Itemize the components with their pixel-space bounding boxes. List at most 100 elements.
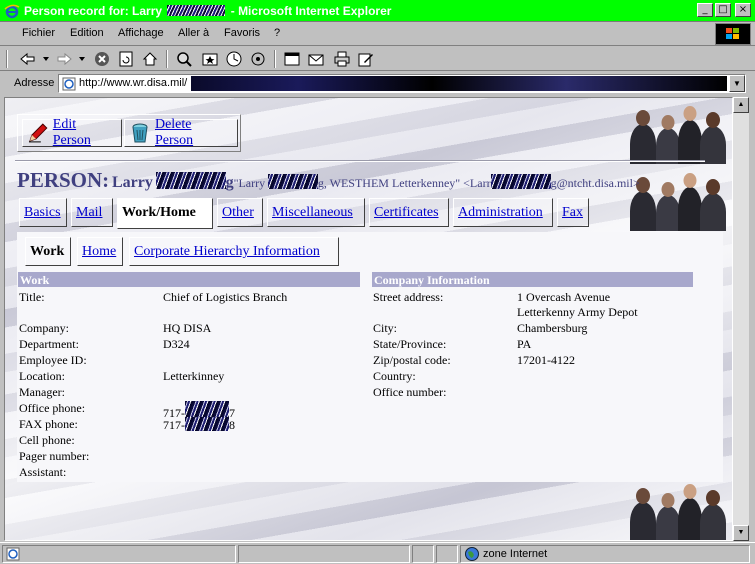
- fullscreen-icon[interactable]: [282, 49, 302, 69]
- subtab-home[interactable]: Home: [77, 237, 123, 266]
- tab-certificates[interactable]: Certificates: [369, 198, 449, 227]
- menu-favoris[interactable]: Favoris: [224, 27, 260, 39]
- delete-person-label: Delete Person: [154, 117, 194, 148]
- print-icon[interactable]: [332, 49, 352, 69]
- page-viewport: Edit Person Delete Person PERSON: Larry …: [4, 97, 733, 541]
- divider: [15, 160, 705, 162]
- subtab-work-label: Work: [30, 244, 65, 259]
- person-first-name: Larry: [111, 174, 153, 191]
- maximize-button[interactable]: □: [715, 3, 731, 17]
- tab-other[interactable]: Other: [217, 198, 263, 227]
- field-label: Employee ID:: [19, 353, 87, 367]
- trash-can-icon: [132, 123, 148, 143]
- forward-dropdown-icon[interactable]: [72, 49, 92, 69]
- people-photo: [622, 98, 732, 164]
- field-value: PA: [517, 337, 532, 351]
- home-icon[interactable]: [140, 49, 160, 69]
- tab-basics[interactable]: Basics: [19, 198, 67, 227]
- scroll-up-icon[interactable]: ▲: [733, 97, 749, 113]
- mail-icon[interactable]: [306, 49, 326, 69]
- subtab-corporate-hierarchy[interactable]: Corporate Hierarchy Information: [129, 237, 339, 266]
- vertical-scrollbar[interactable]: ▲ ▼: [733, 97, 749, 541]
- address-label: Adresse: [14, 77, 55, 89]
- forward-icon[interactable]: [54, 49, 74, 69]
- window-title: Person record for: Larry - Microsoft Int…: [24, 4, 391, 18]
- menu-aller-a[interactable]: Aller à: [178, 27, 209, 39]
- address-url: http://www.wr.disa.mil/: [79, 77, 188, 89]
- window-title-prefix: Person record for: Larry: [24, 4, 163, 18]
- field-label: Company:: [19, 321, 69, 335]
- redacted-surname: [267, 174, 318, 189]
- internet-explorer-icon: [4, 4, 20, 19]
- delete-person-button[interactable]: Delete Person: [124, 117, 238, 148]
- history-icon[interactable]: [224, 49, 244, 69]
- field-value: HQ DISA: [163, 321, 212, 335]
- tab-miscellaneous-link[interactable]: Miscellaneous: [272, 205, 353, 220]
- field-value: 1 Overcash Avenue: [517, 290, 611, 304]
- tab-other-link[interactable]: Other: [222, 205, 254, 220]
- status-progress: [238, 545, 410, 563]
- security-zone-label: zone Internet: [483, 548, 548, 560]
- status-bar: zone Internet: [0, 542, 755, 564]
- field-label: Title:: [19, 290, 45, 304]
- field-value: Letterkinney: [163, 369, 225, 383]
- section-header-work: Work: [18, 272, 360, 287]
- globe-icon: [465, 547, 479, 561]
- field-label: Location:: [19, 369, 65, 383]
- tab-fax[interactable]: Fax: [557, 198, 589, 227]
- field-label: FAX phone:: [19, 417, 78, 431]
- menu-help[interactable]: ?: [274, 27, 280, 39]
- tab-fax-link[interactable]: Fax: [562, 205, 583, 220]
- tab-certificates-link[interactable]: Certificates: [374, 205, 439, 220]
- subtab-work[interactable]: Work: [25, 237, 71, 266]
- subtab-corporate-hierarchy-link[interactable]: Corporate Hierarchy Information: [134, 244, 320, 259]
- edit-person-button[interactable]: Edit Person: [22, 117, 122, 148]
- field-value: 17201-4122: [517, 353, 575, 367]
- page-icon: [62, 77, 76, 91]
- field-label: Department:: [19, 337, 79, 351]
- channels-icon[interactable]: [248, 49, 268, 69]
- address-dropdown-icon[interactable]: ▼: [729, 75, 745, 92]
- close-button[interactable]: ×: [735, 3, 751, 17]
- window-title-bar[interactable]: Person record for: Larry - Microsoft Int…: [0, 0, 755, 22]
- page-icon: [6, 547, 20, 561]
- person-org: g, WESTHEM Letterkenney" <Larr: [317, 176, 491, 190]
- address-input[interactable]: http://www.wr.disa.mil/ ▼: [58, 74, 746, 93]
- refresh-icon[interactable]: [116, 49, 136, 69]
- edit-icon[interactable]: [356, 49, 376, 69]
- field-label: Zip/postal code:: [373, 353, 451, 367]
- tab-mail[interactable]: Mail: [71, 198, 113, 227]
- field-value: D324: [163, 337, 190, 351]
- tab-work-home[interactable]: Work/Home: [117, 198, 213, 229]
- stop-icon[interactable]: [92, 49, 112, 69]
- back-dropdown-icon[interactable]: [36, 49, 56, 69]
- tab-miscellaneous[interactable]: Miscellaneous: [267, 198, 365, 227]
- tab-basics-link[interactable]: Basics: [24, 205, 61, 220]
- search-icon[interactable]: [174, 49, 194, 69]
- status-cell: [412, 545, 434, 563]
- field-label: Office phone:: [19, 401, 86, 415]
- field-label: Cell phone:: [19, 433, 75, 447]
- menu-edition[interactable]: Edition: [70, 27, 104, 39]
- person-email-tail: g@ntcht.disa.mil>: [550, 176, 640, 190]
- field-label: Pager number:: [19, 449, 90, 463]
- address-bar: Adresse http://www.wr.disa.mil/ ▼: [0, 72, 755, 94]
- back-icon[interactable]: [18, 49, 38, 69]
- security-zone: zone Internet: [460, 545, 750, 563]
- field-value: Chief of Logistics Branch: [163, 290, 288, 304]
- menu-affichage[interactable]: Affichage: [118, 27, 164, 39]
- tab-administration[interactable]: Administration: [453, 198, 553, 227]
- toolbar: [0, 47, 755, 71]
- menu-fichier[interactable]: Fichier: [22, 27, 55, 39]
- windows-logo-icon: [715, 23, 751, 45]
- field-value: Letterkenny Army Depot: [517, 305, 638, 319]
- tab-administration-link[interactable]: Administration: [458, 205, 543, 220]
- field-label: State/Province:: [373, 337, 447, 351]
- favorites-icon[interactable]: [200, 49, 220, 69]
- scroll-down-icon[interactable]: ▼: [733, 525, 749, 541]
- tab-mail-link[interactable]: Mail: [76, 205, 102, 220]
- tab-work-home-label: Work/Home: [122, 205, 196, 220]
- subtab-home-link[interactable]: Home: [82, 244, 116, 259]
- field-value: Chambersburg: [517, 321, 588, 335]
- minimize-button[interactable]: _: [697, 3, 713, 17]
